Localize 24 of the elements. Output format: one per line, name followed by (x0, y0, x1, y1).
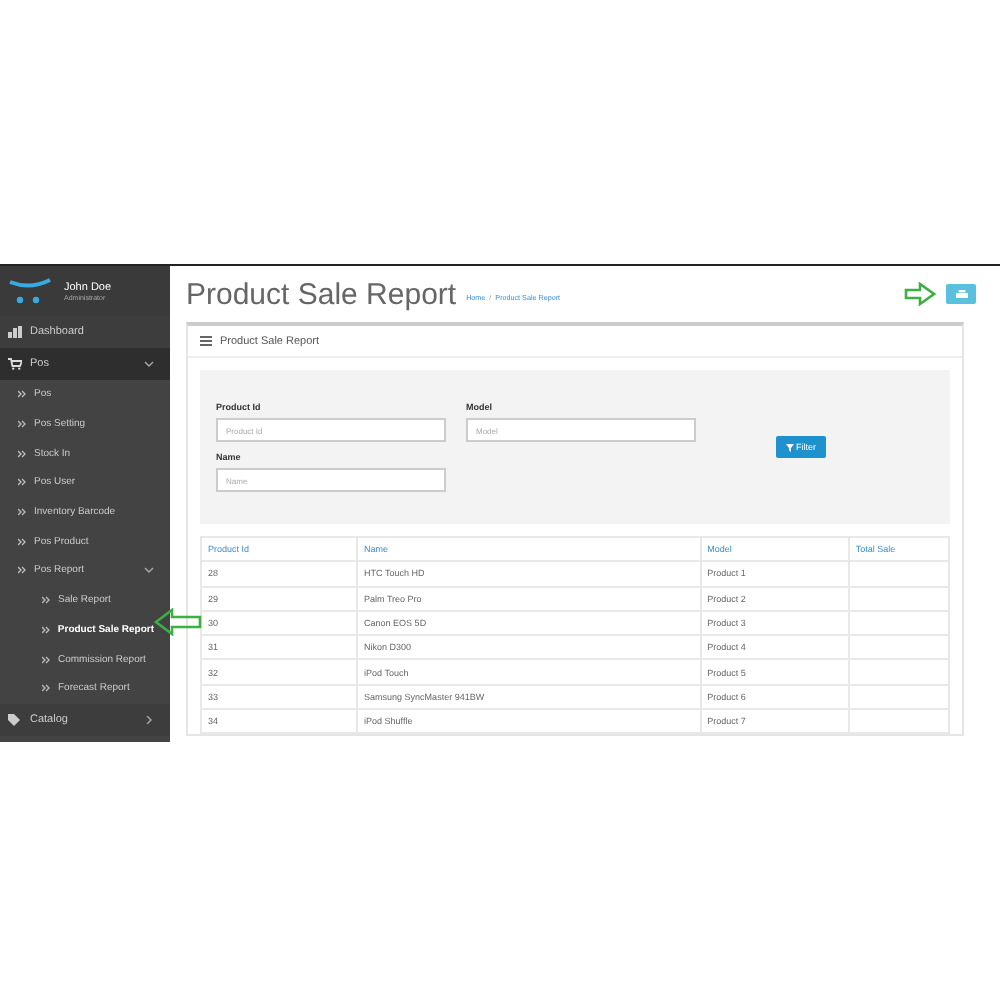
double-chevron-icon (42, 684, 50, 693)
funnel-icon (786, 443, 794, 451)
print-button[interactable] (946, 284, 976, 304)
double-chevron-icon (18, 566, 26, 575)
dashboard-icon (8, 326, 22, 338)
page-title: Product Sale Report (186, 277, 457, 311)
double-chevron-icon (18, 449, 26, 458)
double-chevron-icon (42, 655, 50, 664)
list-icon (200, 336, 212, 346)
double-chevron-icon (18, 508, 26, 517)
caret-icon (144, 360, 154, 368)
caret-icon (144, 715, 154, 724)
double-chevron-icon (42, 596, 50, 605)
tags-icon (8, 713, 22, 726)
arrow-icon (904, 282, 936, 306)
double-chevron-icon (42, 625, 50, 634)
double-chevron-icon (18, 420, 26, 429)
caret-icon (144, 566, 154, 575)
arrow-icon (154, 608, 202, 636)
double-chevron-icon (18, 478, 26, 487)
printer-icon (955, 289, 967, 299)
double-chevron-icon (18, 537, 26, 546)
double-chevron-icon (18, 390, 26, 399)
cart-icon (8, 358, 22, 370)
